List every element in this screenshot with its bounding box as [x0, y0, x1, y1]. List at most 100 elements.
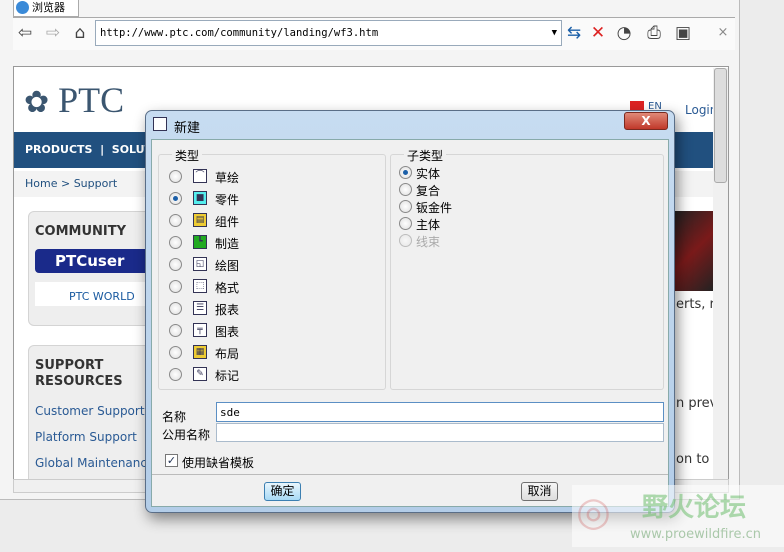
use-template-label: 使用缺省模板: [182, 456, 255, 470]
address-bar[interactable]: http://www.ptc.com/community/landing/wf3…: [95, 20, 562, 46]
scroll-thumb[interactable]: [714, 68, 727, 183]
vertical-scrollbar[interactable]: [713, 68, 728, 480]
type-option-label: 组件: [215, 215, 240, 229]
radio-button[interactable]: [399, 217, 412, 230]
text-snippet: n prev: [676, 396, 718, 411]
customer-support-link[interactable]: Customer Support: [35, 404, 145, 418]
radio-button[interactable]: [169, 368, 182, 381]
ptcworld-banner[interactable]: PTC WORLD: [35, 282, 155, 306]
ok-button[interactable]: 确定: [264, 482, 301, 501]
common-name-input[interactable]: [216, 423, 664, 442]
use-template-checkbox[interactable]: ✓: [165, 454, 178, 467]
type-option[interactable]: ✎ 标记: [169, 367, 369, 389]
speed-icon[interactable]: ◔: [613, 22, 635, 44]
watermark-logo: ◎: [576, 489, 611, 535]
print-icon[interactable]: ⎙: [643, 22, 665, 44]
type-option[interactable]: ☰ 报表: [169, 301, 369, 323]
dialog-title: 新建: [174, 121, 201, 136]
radio-button[interactable]: [169, 170, 182, 183]
drawing-icon: ◱: [193, 257, 207, 271]
common-name-label: 公用名称: [162, 428, 211, 442]
type-label: 类型: [172, 147, 203, 164]
radio-button[interactable]: [169, 280, 182, 293]
close-icon[interactable]: ×: [712, 22, 734, 44]
ptc-logo[interactable]: ✿ PTC: [24, 79, 124, 121]
radio-button[interactable]: [169, 346, 182, 359]
type-option[interactable]: ◱ 绘图: [169, 257, 369, 279]
type-option[interactable]: ▤ 组件: [169, 213, 369, 235]
subtype-option-label: 实体: [416, 167, 441, 181]
cancel-button[interactable]: 取消: [521, 482, 558, 501]
radio-button: [399, 234, 412, 247]
new-dialog: 新建 X 类型 ⌒ 草绘 ■ 零件 ▤ 组件 ┗ 制造 ◱ 绘图 ⬚ 格式 ☰ …: [145, 110, 675, 513]
type-option-label: 标记: [215, 369, 240, 383]
separator: [152, 474, 668, 475]
name-label: 名称: [162, 410, 187, 424]
type-option-label: 布局: [215, 347, 240, 361]
browser-tab[interactable]: 浏览器: [13, 0, 79, 17]
forward-icon[interactable]: ⇨: [42, 22, 64, 44]
type-option[interactable]: ▦ 布局: [169, 345, 369, 367]
watermark-title: 野火论坛: [642, 493, 747, 523]
name-input[interactable]: [216, 402, 664, 422]
ptcuser-banner[interactable]: PTCuser: [35, 249, 155, 273]
tab-title: 浏览器: [32, 1, 65, 14]
platform-support-link[interactable]: Platform Support: [35, 430, 137, 444]
watermark: ◎ 野火论坛 www.proewildfire.cn: [572, 485, 784, 547]
part-icon: ■: [193, 191, 207, 205]
support-heading: SUPPORT RESOURCES: [35, 358, 123, 389]
radio-button[interactable]: [169, 324, 182, 337]
subtype-option-label: 主体: [416, 218, 441, 232]
assembly-icon: ▤: [193, 213, 207, 227]
type-option-label: 格式: [215, 281, 240, 295]
type-option[interactable]: ⬚ 格式: [169, 279, 369, 301]
subtype-label: 子类型: [404, 147, 447, 164]
type-option-label: 绘图: [215, 259, 240, 273]
text-snippet: erts, r: [676, 297, 715, 312]
stop-icon[interactable]: ✕: [587, 22, 609, 44]
dialog-icon: [153, 117, 167, 131]
support-box: SUPPORT RESOURCES Customer Support Platf…: [28, 345, 158, 479]
subtype-option-label: 钣金件: [416, 201, 453, 215]
radio-button[interactable]: [399, 166, 412, 179]
url-text: http://www.ptc.com/community/landing/wf3…: [100, 27, 379, 39]
browser-icon: [16, 1, 29, 14]
type-group: 类型 ⌒ 草绘 ■ 零件 ▤ 组件 ┗ 制造 ◱ 绘图 ⬚ 格式 ☰ 报表 ╤ …: [158, 147, 386, 390]
radio-button[interactable]: [169, 192, 182, 205]
back-icon[interactable]: ⇦: [14, 22, 36, 44]
dialog-body: 类型 ⌒ 草绘 ■ 零件 ▤ 组件 ┗ 制造 ◱ 绘图 ⬚ 格式 ☰ 报表 ╤ …: [151, 139, 669, 507]
global-maintenance-link[interactable]: Global Maintenance: [35, 456, 154, 470]
type-option[interactable]: ┗ 制造: [169, 235, 369, 257]
dialog-close-button[interactable]: X: [624, 112, 668, 130]
home-icon[interactable]: ⌂: [69, 22, 91, 44]
manufacturing-icon: ┗: [193, 235, 207, 249]
diagram-icon: ╤: [193, 323, 207, 337]
community-box: COMMUNITY PTCuser PTC WORLD: [28, 211, 158, 326]
radio-button[interactable]: [169, 258, 182, 271]
type-option-label: 图表: [215, 325, 240, 339]
radio-button[interactable]: [169, 236, 182, 249]
hero-image: [674, 211, 714, 291]
layout-icon: ▦: [193, 345, 207, 359]
refresh-icon[interactable]: ⇆: [563, 22, 585, 44]
markup-icon: ✎: [193, 367, 207, 381]
subtype-option: 线束: [399, 233, 519, 255]
type-option[interactable]: ⌒ 草绘: [169, 169, 369, 191]
subtype-option-label: 线束: [416, 235, 441, 249]
radio-button[interactable]: [399, 200, 412, 213]
type-option-label: 报表: [215, 303, 240, 317]
community-heading: COMMUNITY: [35, 224, 127, 239]
sketch-icon: ⌒: [193, 169, 207, 183]
type-option[interactable]: ■ 零件: [169, 191, 369, 213]
radio-button[interactable]: [169, 214, 182, 227]
report-icon: ☰: [193, 301, 207, 315]
type-option-label: 制造: [215, 237, 240, 251]
type-option-label: 草绘: [215, 171, 240, 185]
dropdown-icon[interactable]: ▼: [552, 21, 557, 45]
radio-button[interactable]: [399, 183, 412, 196]
radio-button[interactable]: [169, 302, 182, 315]
save-icon[interactable]: ▣: [672, 22, 694, 44]
type-option-label: 零件: [215, 193, 240, 207]
type-option[interactable]: ╤ 图表: [169, 323, 369, 345]
watermark-url: www.proewildfire.cn: [630, 527, 761, 542]
